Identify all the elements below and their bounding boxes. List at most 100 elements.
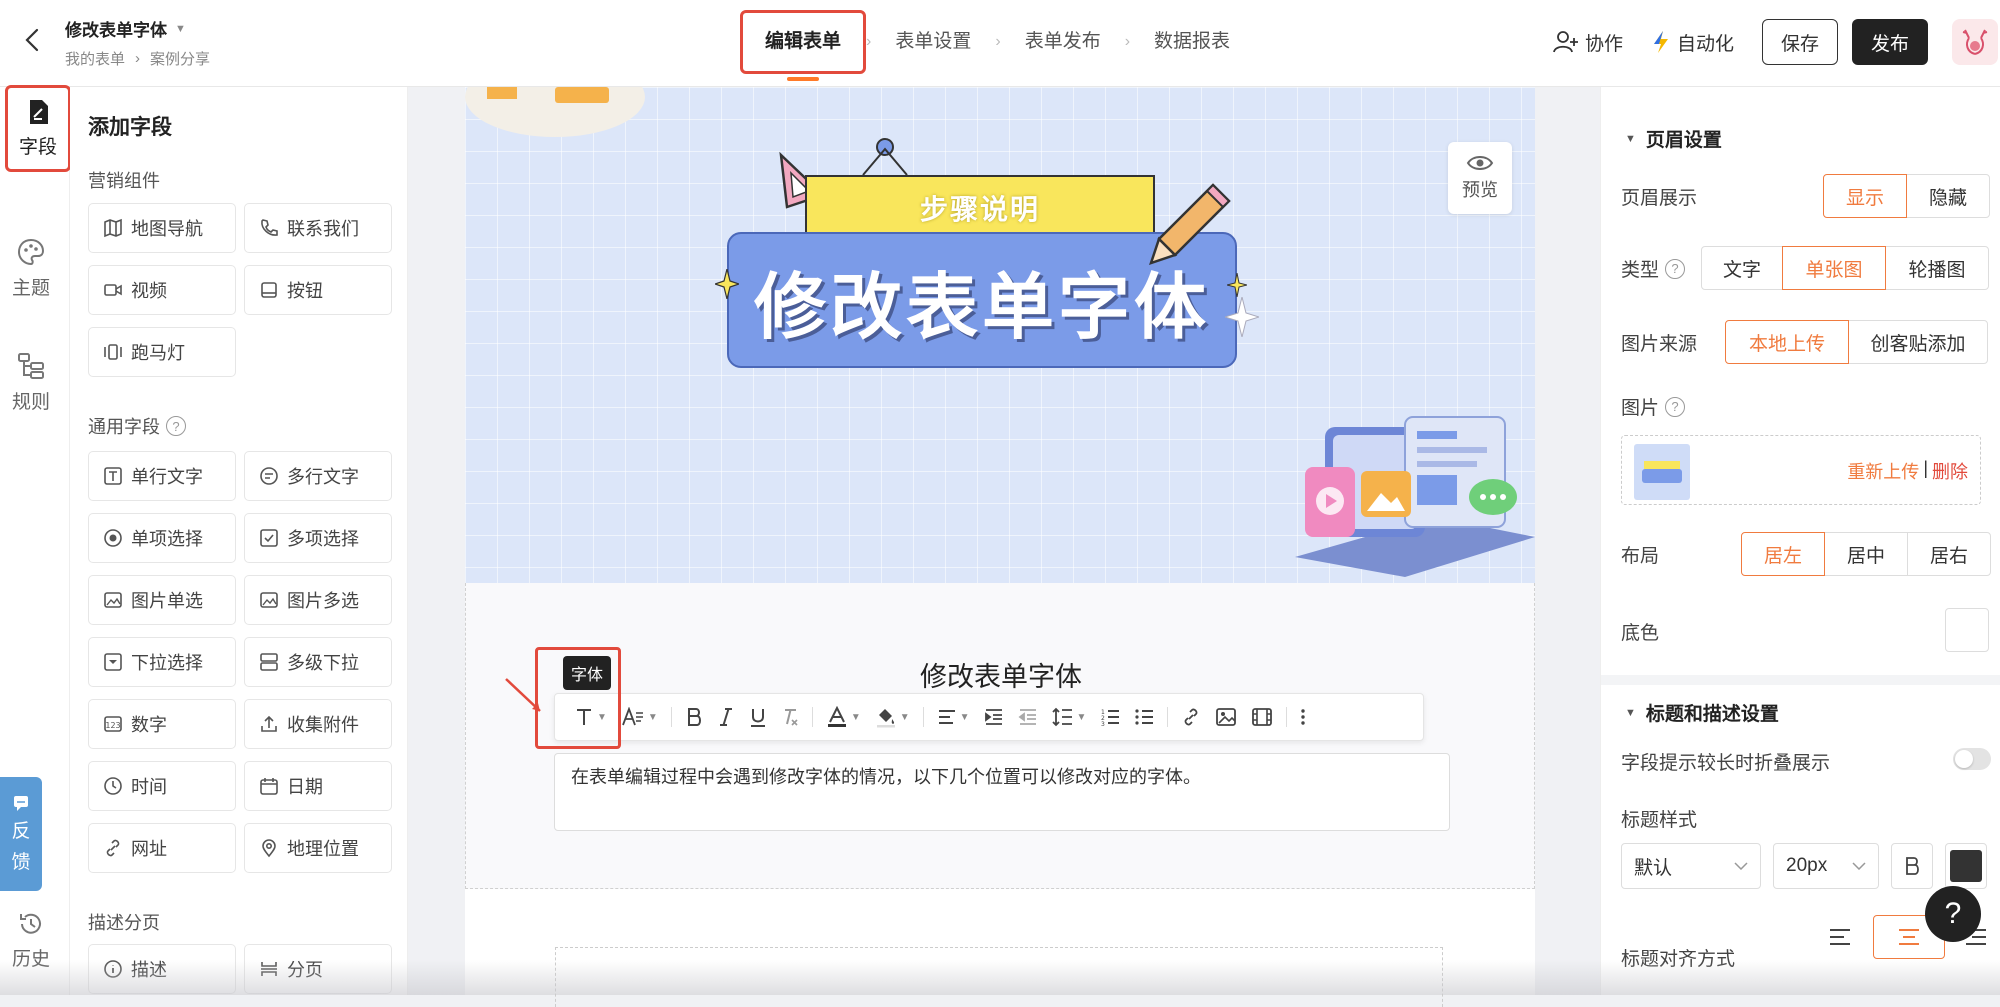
- field-marquee[interactable]: 跑马灯: [88, 327, 236, 377]
- form-title[interactable]: 修改表单字体 ▼: [65, 16, 186, 41]
- fold-toggle[interactable]: [1953, 748, 1991, 770]
- field-multi-line[interactable]: 多行文字: [244, 451, 392, 501]
- field-time[interactable]: 时间: [88, 761, 236, 811]
- avatar[interactable]: [1952, 19, 1998, 65]
- save-button[interactable]: 保存: [1762, 19, 1838, 65]
- help-circle-icon[interactable]: ?: [1665, 396, 1686, 417]
- indent-icon: [984, 709, 1002, 725]
- publish-button[interactable]: 发布: [1852, 19, 1928, 65]
- title-settings-title[interactable]: ▼ 标题和描述设置: [1625, 699, 1779, 726]
- clear-format-button[interactable]: [774, 700, 806, 734]
- font-size-button[interactable]: ▼: [614, 700, 665, 734]
- field-video[interactable]: 视频: [88, 265, 236, 315]
- underline-button[interactable]: [742, 700, 774, 734]
- type-label: 类型?: [1621, 255, 1686, 282]
- option-align-left[interactable]: 居左: [1741, 532, 1825, 576]
- palette-icon: [17, 238, 45, 266]
- option-hide[interactable]: 隐藏: [1906, 174, 1990, 218]
- option-align-right[interactable]: 居右: [1907, 532, 1991, 576]
- bg-color-picker[interactable]: [1945, 608, 1989, 652]
- multiline-icon: [259, 466, 279, 486]
- radio-icon: [103, 528, 123, 548]
- text-color-button[interactable]: ▼: [819, 700, 868, 734]
- video-button[interactable]: [1244, 700, 1280, 734]
- header-settings-title[interactable]: ▼ 页眉设置: [1625, 125, 1722, 152]
- field-map-nav[interactable]: 地图导航: [88, 203, 236, 253]
- header-display-toggle: 显示 隐藏: [1823, 174, 1990, 218]
- link-button[interactable]: [1174, 700, 1208, 734]
- collaborate-button[interactable]: 协作: [1553, 29, 1623, 56]
- field-multi-choice[interactable]: 多项选择: [244, 513, 392, 563]
- field-image-single[interactable]: 图片单选: [88, 575, 236, 625]
- image-actions: 重新上传 | 删除: [1847, 458, 1968, 484]
- outdent-button[interactable]: [1011, 700, 1045, 734]
- option-local-upload[interactable]: 本地上传: [1725, 320, 1849, 364]
- delete-link[interactable]: 删除: [1932, 458, 1968, 484]
- field-date[interactable]: 日期: [244, 761, 392, 811]
- header-banner-image[interactable]: 步骤说明 修改表单字体 预览: [465, 87, 1535, 583]
- preview-button[interactable]: 预览: [1448, 142, 1512, 214]
- field-button[interactable]: 按钮: [244, 265, 392, 315]
- ordered-list-button[interactable]: 123: [1093, 700, 1127, 734]
- rail-rules[interactable]: 规则: [0, 351, 62, 414]
- field-single-choice[interactable]: 单项选择: [88, 513, 236, 563]
- option-text[interactable]: 文字: [1701, 246, 1783, 290]
- option-show[interactable]: 显示: [1823, 174, 1907, 218]
- tab-data-report[interactable]: 数据报表: [1130, 10, 1254, 74]
- form-canvas: 步骤说明 修改表单字体 预览 修改表单字体 ▼ ▼ ▼ ▼ ▼ ▼ 1 2 3 …: [465, 87, 1536, 1007]
- fill-color-button[interactable]: ▼: [868, 700, 917, 734]
- rail-theme[interactable]: 主题: [0, 237, 62, 300]
- option-chuangkit[interactable]: 创客贴添加: [1848, 320, 1988, 364]
- breadcrumb-my-forms[interactable]: 我的表单: [65, 48, 125, 69]
- checkbox-icon: [259, 528, 279, 548]
- cloud-decoration: [465, 87, 645, 137]
- field-number[interactable]: 123 数字: [88, 699, 236, 749]
- field-label: 单项选择: [131, 529, 203, 549]
- indent-button[interactable]: [977, 700, 1011, 734]
- title-style-label: 标题样式: [1621, 810, 1698, 831]
- field-attachment[interactable]: 收集附件: [244, 699, 392, 749]
- back-icon[interactable]: [14, 22, 50, 58]
- title-size-select[interactable]: 20px: [1773, 843, 1879, 889]
- tab-form-publish[interactable]: 表单发布: [1001, 10, 1125, 74]
- automation-button[interactable]: 自动化: [1651, 29, 1734, 56]
- rail-theme-label: 主题: [11, 278, 50, 299]
- bullet-list-button[interactable]: [1127, 700, 1161, 734]
- field-url[interactable]: 网址: [88, 823, 236, 873]
- collaborate-label: 协作: [1584, 33, 1623, 55]
- more-button[interactable]: [1293, 700, 1313, 734]
- title-font-select[interactable]: 默认: [1621, 843, 1761, 889]
- bold-button[interactable]: [678, 700, 710, 734]
- help-button[interactable]: ?: [1925, 886, 1981, 942]
- caret-down-icon[interactable]: ▼: [175, 23, 186, 35]
- field-location[interactable]: 地理位置: [244, 823, 392, 873]
- rail-fields[interactable]: 字段: [5, 85, 71, 172]
- line-height-button[interactable]: ▼: [1045, 700, 1094, 734]
- option-carousel[interactable]: 轮播图: [1885, 246, 1989, 290]
- help-circle-icon[interactable]: ?: [166, 416, 186, 436]
- field-image-multi[interactable]: 图片多选: [244, 575, 392, 625]
- reupload-link[interactable]: 重新上传: [1847, 458, 1919, 484]
- option-align-center[interactable]: 居中: [1824, 532, 1908, 576]
- field-contact-us[interactable]: 联系我们: [244, 203, 392, 253]
- italic-button[interactable]: [710, 700, 742, 734]
- align-button[interactable]: ▼: [930, 700, 977, 734]
- field-single-line[interactable]: 单行文字: [88, 451, 236, 501]
- step-nav: 编辑表单 › 表单设置 › 表单发布 › 数据报表: [740, 10, 1254, 81]
- image-thumbnail[interactable]: [1634, 444, 1690, 500]
- description-editor[interactable]: 在表单编辑过程中会遇到修改字体的情况，以下几个位置可以修改对应的字体。: [554, 753, 1450, 831]
- lightning-icon: [1653, 31, 1668, 53]
- tab-edit-form[interactable]: 编辑表单: [740, 10, 867, 81]
- form-title-display[interactable]: 修改表单字体: [466, 655, 1536, 694]
- title-bold-button[interactable]: [1891, 843, 1933, 889]
- tab-form-settings[interactable]: 表单设置: [871, 10, 995, 74]
- feedback-button[interactable]: 反 馈: [0, 777, 42, 891]
- image-button[interactable]: [1208, 700, 1244, 734]
- field-cascade-dropdown[interactable]: 多级下拉: [244, 637, 392, 687]
- align-left-button[interactable]: [1809, 915, 1871, 959]
- help-circle-icon[interactable]: ?: [1665, 258, 1686, 279]
- title-color-picker[interactable]: [1945, 843, 1987, 889]
- breadcrumb-case-share[interactable]: 案例分享: [150, 48, 210, 69]
- option-single-image[interactable]: 单张图: [1782, 246, 1886, 290]
- field-dropdown[interactable]: 下拉选择: [88, 637, 236, 687]
